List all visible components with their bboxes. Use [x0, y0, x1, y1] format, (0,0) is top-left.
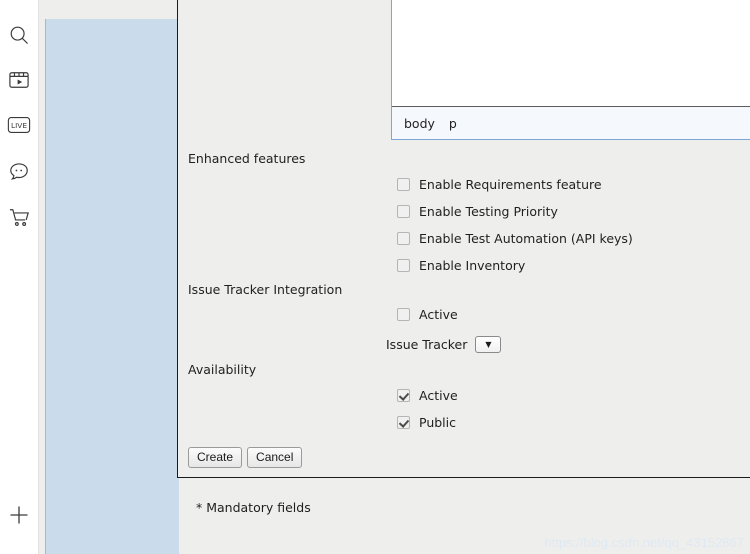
left-blue-column: [45, 19, 179, 554]
checkbox-label: Active: [419, 307, 458, 322]
checkbox-label: Enable Testing Priority: [419, 204, 558, 219]
cancel-button[interactable]: Cancel: [247, 447, 303, 468]
rich-text-editor-canvas[interactable]: [392, 0, 750, 107]
issue-tracker-label: Issue Tracker: [386, 337, 468, 352]
checkbox-row-availability-public[interactable]: Public: [397, 415, 456, 430]
element-path-p[interactable]: p: [449, 116, 457, 131]
form-panel-bottom-border: [177, 477, 750, 478]
watermark-text: https://blog.csdn.net/qq_43152867: [544, 535, 745, 550]
create-button[interactable]: Create: [188, 447, 243, 468]
checkbox-label: Active: [419, 388, 458, 403]
rich-text-editor-statusbar: body p: [392, 107, 750, 139]
checkbox-availability-public[interactable]: [397, 416, 410, 429]
section-label-availability: Availability: [188, 362, 257, 377]
section-label-issue-tracker-integration: Issue Tracker Integration: [188, 282, 343, 297]
chevron-down-icon: ▼: [485, 339, 492, 349]
plus-icon[interactable]: [0, 500, 38, 530]
svg-text:LIVE: LIVE: [11, 121, 27, 130]
mandatory-fields-note: * Mandatory fields: [196, 500, 311, 515]
checkbox-row-availability-active[interactable]: Active: [397, 388, 458, 403]
issue-tracker-field: Issue Tracker ▼: [386, 336, 502, 353]
video-player-icon[interactable]: [0, 65, 38, 95]
checkbox-issue-tracker-active[interactable]: [397, 308, 410, 321]
search-icon[interactable]: [0, 20, 38, 50]
rich-text-editor[interactable]: body p: [391, 0, 750, 140]
checkbox-row-enable-testing-priority[interactable]: Enable Testing Priority: [397, 204, 558, 219]
element-path-body[interactable]: body: [404, 116, 435, 131]
form-button-bar: Create Cancel: [188, 447, 303, 468]
live-badge-icon[interactable]: LIVE: [0, 110, 38, 140]
issue-tracker-select[interactable]: ▼: [475, 336, 502, 353]
checkbox-enable-requirements-feature[interactable]: [397, 178, 410, 191]
checkbox-enable-testing-priority[interactable]: [397, 205, 410, 218]
checkbox-enable-inventory[interactable]: [397, 259, 410, 272]
checkbox-label: Enable Requirements feature: [419, 177, 602, 192]
checkbox-label: Enable Inventory: [419, 258, 526, 273]
chat-bubble-icon[interactable]: [0, 156, 38, 186]
checkbox-availability-active[interactable]: [397, 389, 410, 402]
checkbox-row-enable-test-automation[interactable]: Enable Test Automation (API keys): [397, 231, 633, 246]
section-label-enhanced-features: Enhanced features: [188, 151, 306, 166]
left-icon-rail: LIVE: [0, 0, 39, 554]
checkbox-label: Enable Test Automation (API keys): [419, 231, 633, 246]
checkbox-label: Public: [419, 415, 456, 430]
checkbox-row-issue-tracker-active[interactable]: Active: [397, 307, 458, 322]
checkbox-row-enable-requirements-feature[interactable]: Enable Requirements feature: [397, 177, 602, 192]
checkbox-row-enable-inventory[interactable]: Enable Inventory: [397, 258, 525, 273]
checkbox-enable-test-automation[interactable]: [397, 232, 410, 245]
shopping-cart-icon[interactable]: [0, 202, 38, 232]
